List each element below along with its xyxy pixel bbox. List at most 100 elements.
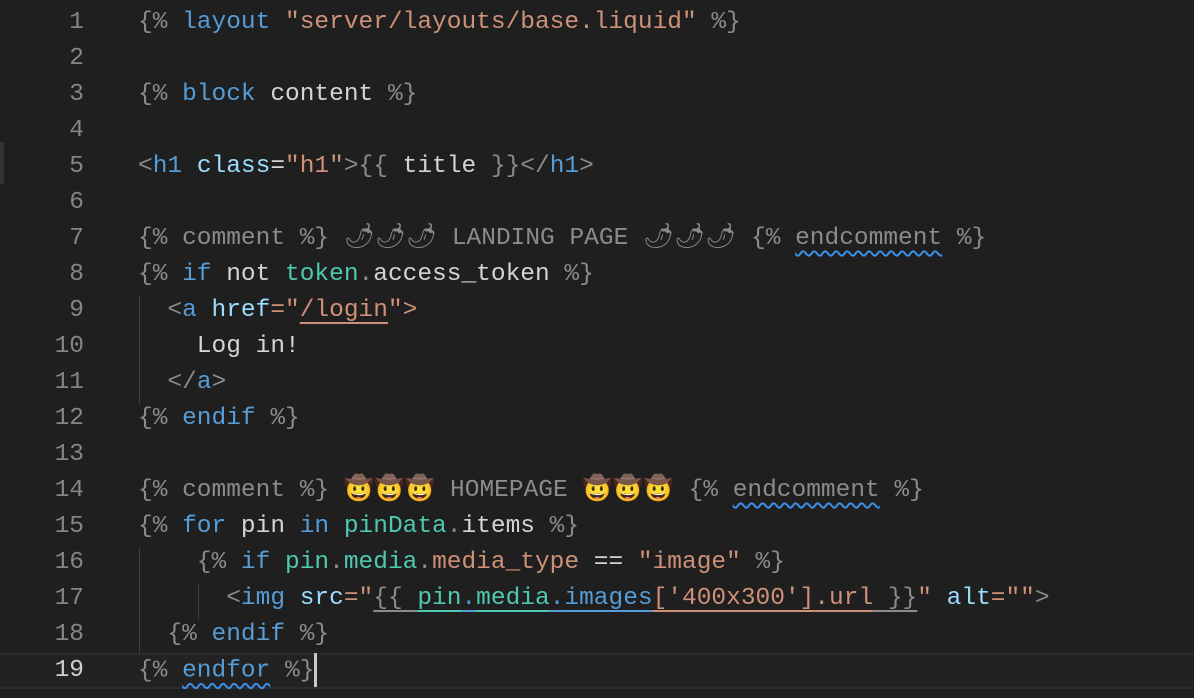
code-text[interactable]: </a> (138, 365, 226, 401)
code-editor[interactable]: 1 {% layout "server/layouts/base.liquid" … (0, 0, 1194, 698)
code-token: {% (138, 621, 212, 648)
code-token: endif (182, 405, 256, 432)
code-line[interactable]: 6 (0, 185, 1194, 221)
code-token: h1 (152, 153, 183, 180)
code-token: media (343, 549, 418, 576)
code-text[interactable]: <img src="{{ pin.media.images['400x300']… (138, 581, 1049, 617)
code-token: {% (138, 513, 183, 540)
code-line[interactable]: 19 {% endfor %} (0, 653, 1194, 689)
code-line[interactable]: 14 {% comment %} 🤠🤠🤠 HOMEPAGE 🤠🤠🤠 {% endc… (0, 473, 1194, 509)
code-text[interactable]: {% endfor %} (138, 653, 318, 689)
code-text[interactable]: {% comment %} 🌶🌶🌶 LANDING PAGE 🌶🌶🌶 {% en… (138, 221, 986, 257)
code-line[interactable]: 8 {% if not token.access_token %} (0, 257, 1194, 293)
code-text[interactable]: {% for pin in pinData.items %} (138, 509, 579, 545)
code-token: in (299, 513, 330, 540)
code-line[interactable]: 7 {% comment %} 🌶🌶🌶 LANDING PAGE 🌶🌶🌶 {% e… (0, 221, 1194, 257)
code-token: .url (814, 585, 874, 612)
code-token: src (299, 585, 344, 612)
code-token: title (402, 153, 477, 180)
code-token: " (917, 585, 947, 612)
code-token: . (549, 585, 565, 612)
code-token: layout (182, 9, 271, 36)
code-line[interactable]: 2 (0, 41, 1194, 77)
line-number: 12 (54, 405, 84, 432)
code-token: }} (873, 585, 918, 612)
line-number: 19 (54, 657, 84, 684)
line-number: 15 (54, 513, 84, 540)
line-number: 14 (54, 477, 84, 504)
code-line[interactable]: 15 {% for pin in pinData.items %} (0, 509, 1194, 545)
code-text[interactable]: {% comment %} 🤠🤠🤠 HOMEPAGE 🤠🤠🤠 {% endcom… (138, 473, 924, 509)
code-token: items (461, 513, 535, 540)
code-token: a (182, 297, 197, 324)
code-line[interactable]: 16 {% if pin.media.media_type == "image"… (0, 545, 1194, 581)
code-token: pin (226, 513, 300, 540)
code-token: {% (138, 81, 183, 108)
code-token: > (579, 153, 594, 180)
code-token: if (182, 261, 212, 288)
line-number: 10 (54, 333, 84, 360)
code-token: /login (299, 297, 388, 324)
code-line[interactable]: 3 {% block content %} (0, 77, 1194, 113)
code-line[interactable]: 13 (0, 437, 1194, 473)
code-token: =" (343, 585, 374, 612)
code-text[interactable]: {% layout "server/layouts/base.liquid" %… (138, 5, 741, 41)
code-text[interactable]: Log in! (138, 329, 300, 365)
code-line[interactable]: 10 Log in! (0, 329, 1194, 365)
code-text[interactable]: {% if pin.media.media_type == "image" %} (138, 545, 785, 581)
code-text[interactable]: {% block content %} (138, 77, 417, 113)
code-token: "server/layouts/base.liquid" (285, 9, 697, 36)
code-token: "> (387, 297, 418, 324)
code-token: img (240, 585, 286, 612)
code-token: =" (270, 297, 300, 324)
code-token: pin (285, 549, 330, 576)
code-line[interactable]: 18 {% endif %} (0, 617, 1194, 653)
code-line[interactable]: 12 {% endif %} (0, 401, 1194, 437)
line-number: 18 (54, 621, 84, 648)
code-token: {% (138, 261, 183, 288)
text-cursor (314, 653, 318, 687)
code-token: alt (946, 585, 991, 612)
code-token: %} (285, 621, 330, 648)
code-token: a (196, 369, 212, 396)
line-number: 5 (69, 153, 84, 180)
code-token: pinData (343, 513, 447, 540)
code-token: endcomment (795, 225, 943, 252)
code-token: . (417, 549, 433, 576)
code-text[interactable]: <h1 class="h1">{{ title }}</h1> (138, 149, 594, 185)
code-line[interactable]: 4 (0, 113, 1194, 149)
code-token: %} (549, 261, 594, 288)
code-text[interactable]: {% endif %} (138, 401, 300, 437)
line-number: 17 (54, 585, 84, 612)
code-token: access_token (373, 261, 550, 288)
code-line[interactable]: 11 </a> (0, 365, 1194, 401)
code-token: content (255, 81, 374, 108)
code-token: = (270, 153, 286, 180)
code-token: %} (879, 477, 924, 504)
code-line[interactable]: 5 <h1 class="h1">{{ title }}</h1> (0, 149, 1194, 185)
code-line[interactable]: 17 <img src="{{ pin.media.images['400x30… (0, 581, 1194, 617)
code-token: {% (138, 657, 183, 685)
code-text[interactable]: {% endif %} (138, 617, 329, 653)
code-text[interactable]: <a href="/login"> (138, 293, 417, 329)
code-token: class (196, 153, 271, 180)
code-token: < (138, 297, 183, 324)
code-token: ['400x300'] (652, 585, 815, 612)
line-number: 7 (69, 225, 84, 252)
code-line[interactable]: 1 {% layout "server/layouts/base.liquid" … (0, 5, 1194, 41)
line-number: 2 (69, 45, 84, 72)
code-token: endfor (182, 657, 271, 685)
code-line[interactable]: 9 <a href="/login"> (0, 293, 1194, 329)
code-token: {% (138, 549, 241, 576)
code-text[interactable]: {% if not token.access_token %} (138, 257, 594, 293)
code-token: endif (211, 621, 286, 648)
code-token: . (329, 549, 344, 576)
code-token: %} (255, 405, 300, 432)
code-token: "h1" (285, 153, 344, 180)
